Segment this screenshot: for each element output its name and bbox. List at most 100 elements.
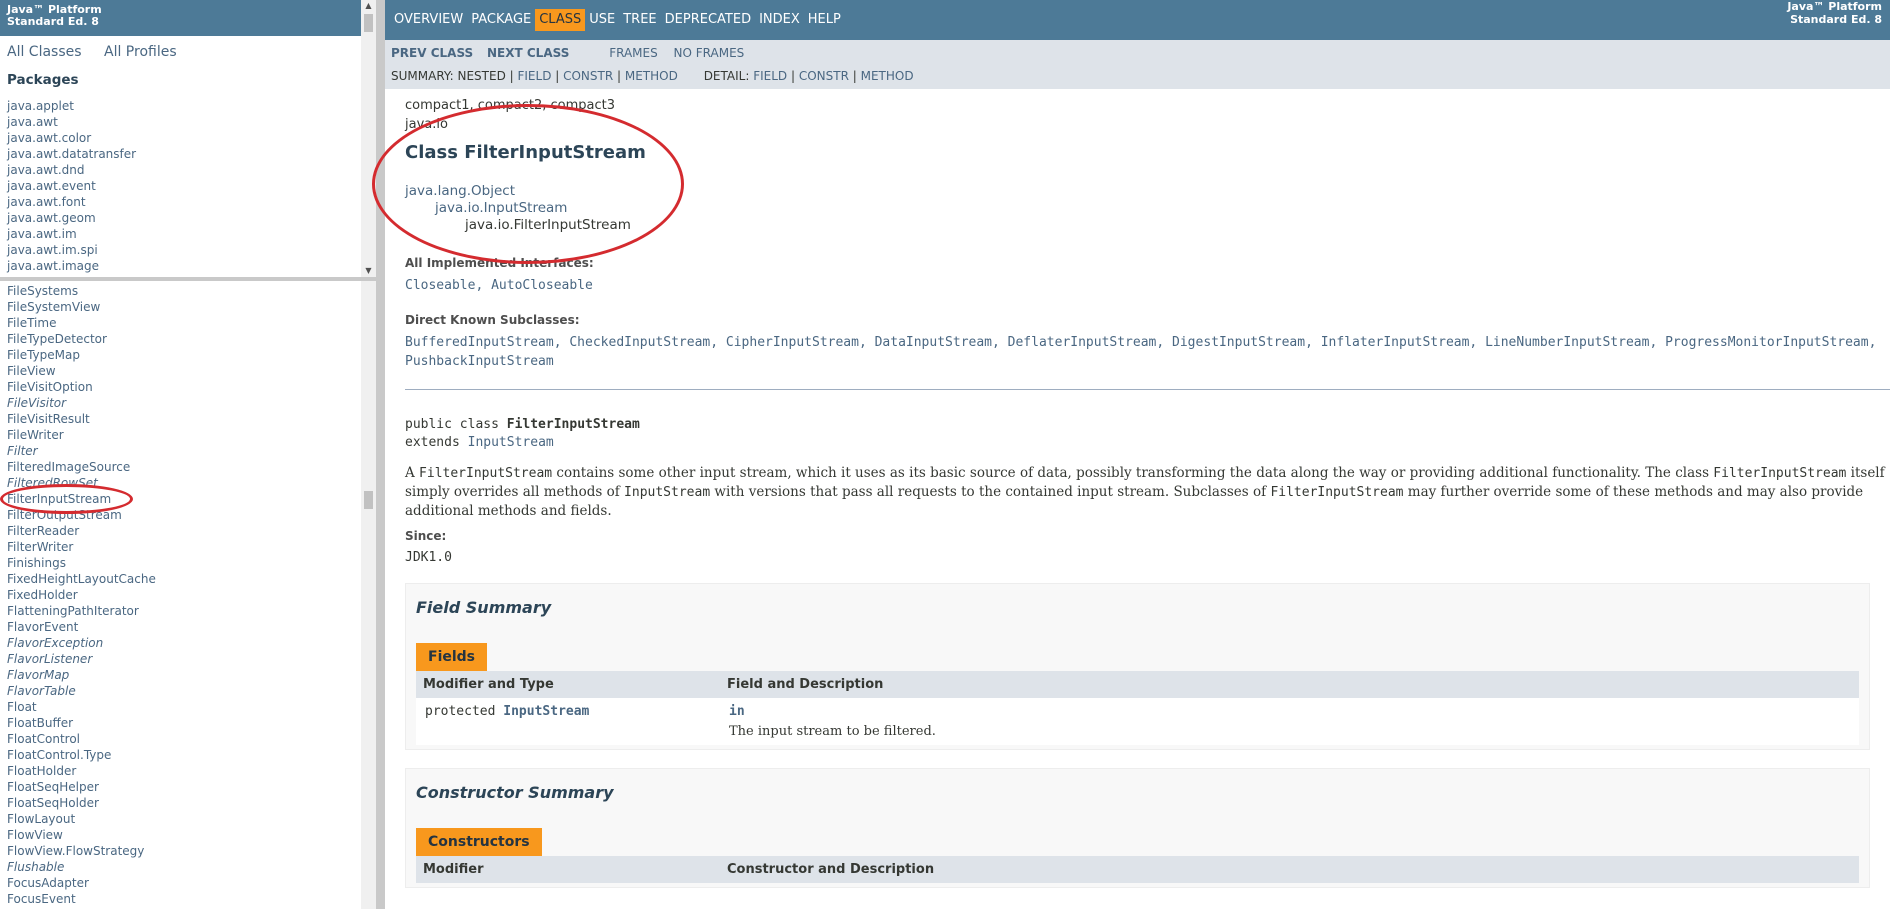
package-list: java.applet java.awt java.awt.color java.aw… [0,98,376,274]
class-link[interactable]: FloatSeqHolder [7,795,369,811]
class-link[interactable]: FileView [7,363,369,379]
decl-superclass-link[interactable]: InputStream [468,435,554,450]
class-link[interactable]: FloatBuffer [7,715,369,731]
since-value: JDK1.0 [405,550,452,565]
detail-field-link[interactable]: FIELD [753,69,787,83]
class-link[interactable]: FileSystemView [7,299,369,315]
desc-code: InputStream [624,485,711,500]
class-link[interactable]: FileTime [7,315,369,331]
class-link[interactable]: FocusEvent [7,891,369,907]
package-link[interactable]: java.awt.geom [7,210,369,226]
class-link[interactable]: FileSystems [7,283,369,299]
class-link[interactable]: FileWriter [7,427,369,443]
class-link[interactable]: FloatControl [7,731,369,747]
class-link[interactable]: FilterOutputStream [7,507,369,523]
packages-heading: Packages [7,72,79,88]
desc-code: FilterInputStream [1270,485,1404,500]
divider [405,389,1890,390]
class-link[interactable]: FlavorEvent [7,619,369,635]
detail-constr-link[interactable]: CONSTR [799,69,849,83]
scroll-thumb[interactable] [364,14,373,32]
class-link[interactable]: FileVisitResult [7,411,369,427]
prev-class-link[interactable]: PREV CLASS [391,46,473,60]
class-link[interactable]: FlavorException [7,635,369,651]
classes-frame: FileSystems FileSystemView FileTime FileTyp… [0,281,380,909]
summary-constr-link[interactable]: CONSTR [563,69,613,83]
nav-class[interactable]: CLASS [535,9,586,31]
package-link[interactable]: java.awt.image [7,258,369,274]
package-link[interactable]: java.awt.datatransfer [7,146,369,162]
package-link[interactable]: java.awt.font [7,194,369,210]
field-desc-cell: in The input stream to be filtered. [720,698,1859,745]
summary-field-link[interactable]: FIELD [517,69,551,83]
scroll-thumb[interactable] [364,491,373,509]
class-link[interactable]: FixedHeightLayoutCache [7,571,369,587]
field-type-link[interactable]: InputStream [503,704,589,719]
class-list: FileSystems FileSystemView FileTime FileTyp… [0,281,376,909]
class-link[interactable]: FloatSeqHelper [7,779,369,795]
package-link[interactable]: java.awt [7,114,369,130]
package-link[interactable]: java.awt.im [7,226,369,242]
class-link[interactable]: FlavorTable [7,683,369,699]
class-link[interactable]: FlowView [7,827,369,843]
package-link[interactable]: java.applet [7,98,369,114]
class-link[interactable]: FlowLayout [7,811,369,827]
summary-method-link[interactable]: METHOD [625,69,678,83]
field-description: The input stream to be filtered. [729,724,936,739]
class-link[interactable]: FilterWriter [7,539,369,555]
all-profiles-link[interactable]: All Profiles [104,44,177,60]
nav-overview[interactable]: OVERVIEW [390,9,467,31]
scroll-down-arrow-icon[interactable]: ▼ [361,265,376,277]
classes-scrollbar[interactable] [361,281,376,909]
class-link[interactable]: Filter [7,443,369,459]
scroll-up-arrow-icon[interactable]: ▲ [361,0,376,12]
page-title: Class FilterInputStream [405,142,646,163]
subclasses-links[interactable]: BufferedInputStream, CheckedInputStream,… [405,333,1885,371]
field-name-link[interactable]: in [729,704,745,719]
nav-package[interactable]: PACKAGE [467,9,535,31]
interfaces-links[interactable]: Closeable, AutoCloseable [405,276,1885,295]
class-link[interactable]: FloatControl.Type [7,747,369,763]
package-link[interactable]: java.awt.dnd [7,162,369,178]
package-link[interactable]: java.awt.event [7,178,369,194]
nav-use[interactable]: USE [585,9,619,31]
class-link[interactable]: FileTypeMap [7,347,369,363]
package-link[interactable]: java.awt.im.spi [7,242,369,258]
next-class-link[interactable]: NEXT CLASS [487,46,569,60]
class-link[interactable]: FileTypeDetector [7,331,369,347]
no-frames-link[interactable]: NO FRAMES [674,46,745,60]
package-link[interactable]: java.awt.color [7,130,369,146]
about-line1: Java™ Platform [1787,0,1882,13]
class-link[interactable]: FocusAdapter [7,875,369,891]
class-link[interactable]: FileVisitOption [7,379,369,395]
nav-help[interactable]: HELP [804,9,845,31]
class-link[interactable]: FlatteningPathIterator [7,603,369,619]
class-link[interactable]: FilterReader [7,523,369,539]
top-navbar: OVERVIEW PACKAGE CLASS USE TREE DEPRECATED IND… [385,0,1890,40]
constructors-caption: Constructors [416,828,542,856]
class-link[interactable]: FilteredRowSet [7,475,369,491]
packages-scrollbar[interactable]: ▲ ▼ [361,0,376,277]
nav-deprecated[interactable]: DEPRECATED [661,9,755,31]
all-classes-link[interactable]: All Classes [7,44,82,60]
class-link[interactable]: FilteredImageSource [7,459,369,475]
constructor-summary-table: Modifier Constructor and Description [416,856,1859,883]
class-link[interactable]: FloatHolder [7,763,369,779]
nav-tree[interactable]: TREE [619,9,660,31]
frames-link[interactable]: FRAMES [609,46,658,60]
profiles-text: compact1, compact2, compact3 [405,98,616,113]
class-link[interactable]: FixedHolder [7,587,369,603]
class-link[interactable]: Flushable [7,859,369,875]
class-link[interactable]: Finishings [7,555,369,571]
inheritance-inputstream-link[interactable]: java.io.InputStream [405,200,1890,217]
col-constructor-description: Constructor and Description [720,856,1859,883]
class-link[interactable]: Float [7,699,369,715]
nav-index[interactable]: INDEX [755,9,804,31]
inheritance-object-link[interactable]: java.lang.Object [405,183,1890,200]
detail-method-link[interactable]: METHOD [861,69,914,83]
class-link[interactable]: FilterInputStream [7,491,369,507]
class-link[interactable]: FlavorListener [7,651,369,667]
class-link[interactable]: FlavorMap [7,667,369,683]
class-link[interactable]: FileVisitor [7,395,369,411]
class-link[interactable]: FlowView.FlowStrategy [7,843,369,859]
